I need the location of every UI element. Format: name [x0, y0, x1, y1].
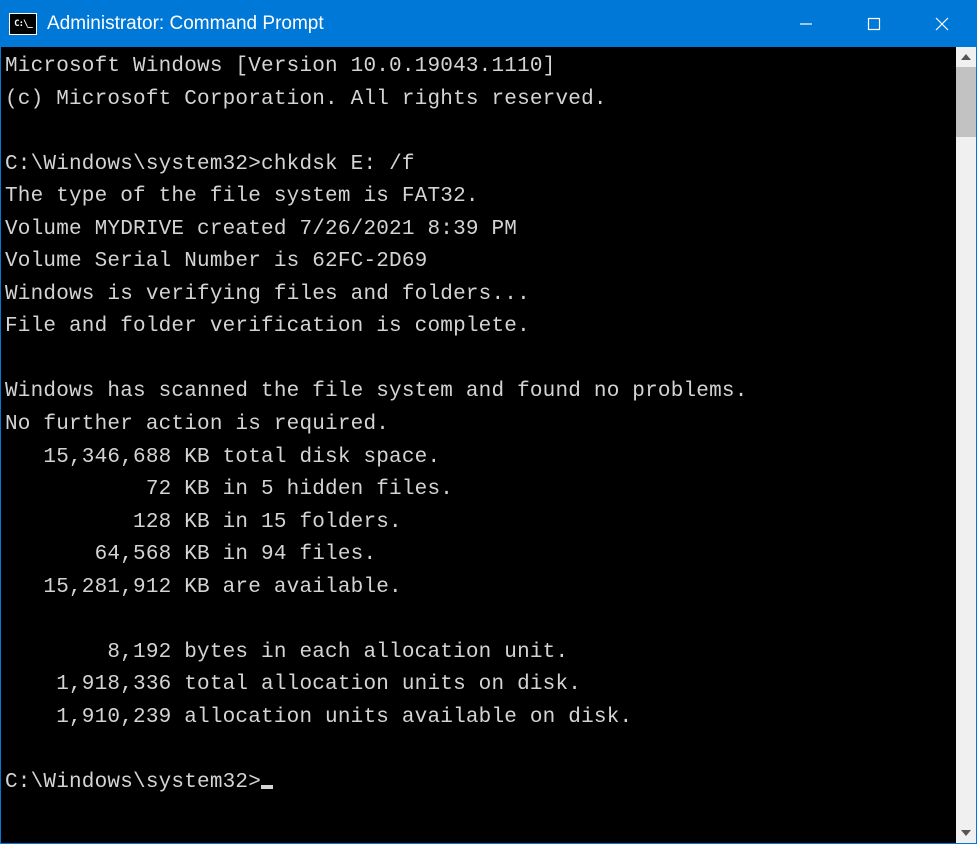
scroll-up-arrow-icon[interactable] [956, 47, 976, 67]
output-line: 15,281,912 KB are available. [5, 576, 402, 599]
banner-line: (c) Microsoft Corporation. All rights re… [5, 88, 607, 111]
output-line: File and folder verification is complete… [5, 315, 530, 338]
content-area: Microsoft Windows [Version 10.0.19043.11… [1, 47, 976, 843]
titlebar[interactable]: Administrator: Command Prompt [1, 1, 976, 47]
text-cursor [261, 785, 273, 789]
banner-line: Microsoft Windows [Version 10.0.19043.11… [5, 55, 556, 78]
minimize-button[interactable] [772, 1, 840, 47]
window-controls [772, 1, 976, 47]
prompt: C:\Windows\system32> [5, 771, 261, 794]
terminal-output[interactable]: Microsoft Windows [Version 10.0.19043.11… [1, 47, 956, 843]
close-icon [935, 17, 949, 31]
command-prompt-window: Administrator: Command Prompt Microsoft … [0, 0, 977, 844]
output-line: The type of the file system is FAT32. [5, 185, 479, 208]
output-line: Volume MYDRIVE created 7/26/2021 8:39 PM [5, 218, 517, 241]
output-line: Windows is verifying files and folders..… [5, 283, 530, 306]
vertical-scrollbar[interactable] [956, 47, 976, 843]
maximize-icon [867, 17, 881, 31]
minimize-icon [799, 17, 813, 31]
maximize-button[interactable] [840, 1, 908, 47]
scroll-track[interactable] [956, 67, 976, 823]
output-line: 128 KB in 15 folders. [5, 511, 402, 534]
cmd-icon [9, 13, 37, 35]
scroll-down-arrow-icon[interactable] [956, 823, 976, 843]
output-line: 64,568 KB in 94 files. [5, 543, 376, 566]
output-line: Volume Serial Number is 62FC-2D69 [5, 250, 427, 273]
output-line: Windows has scanned the file system and … [5, 380, 748, 403]
scroll-thumb[interactable] [956, 67, 976, 137]
command: chkdsk E: /f [261, 153, 415, 176]
output-line: 1,918,336 total allocation units on disk… [5, 673, 581, 696]
output-line: 1,910,239 allocation units available on … [5, 706, 632, 729]
output-line: 8,192 bytes in each allocation unit. [5, 641, 568, 664]
window-title: Administrator: Command Prompt [45, 13, 772, 35]
output-line: 72 KB in 5 hidden files. [5, 478, 453, 501]
output-line: No further action is required. [5, 413, 389, 436]
output-line: 15,346,688 KB total disk space. [5, 446, 440, 469]
close-button[interactable] [908, 1, 976, 47]
prompt: C:\Windows\system32> [5, 153, 261, 176]
